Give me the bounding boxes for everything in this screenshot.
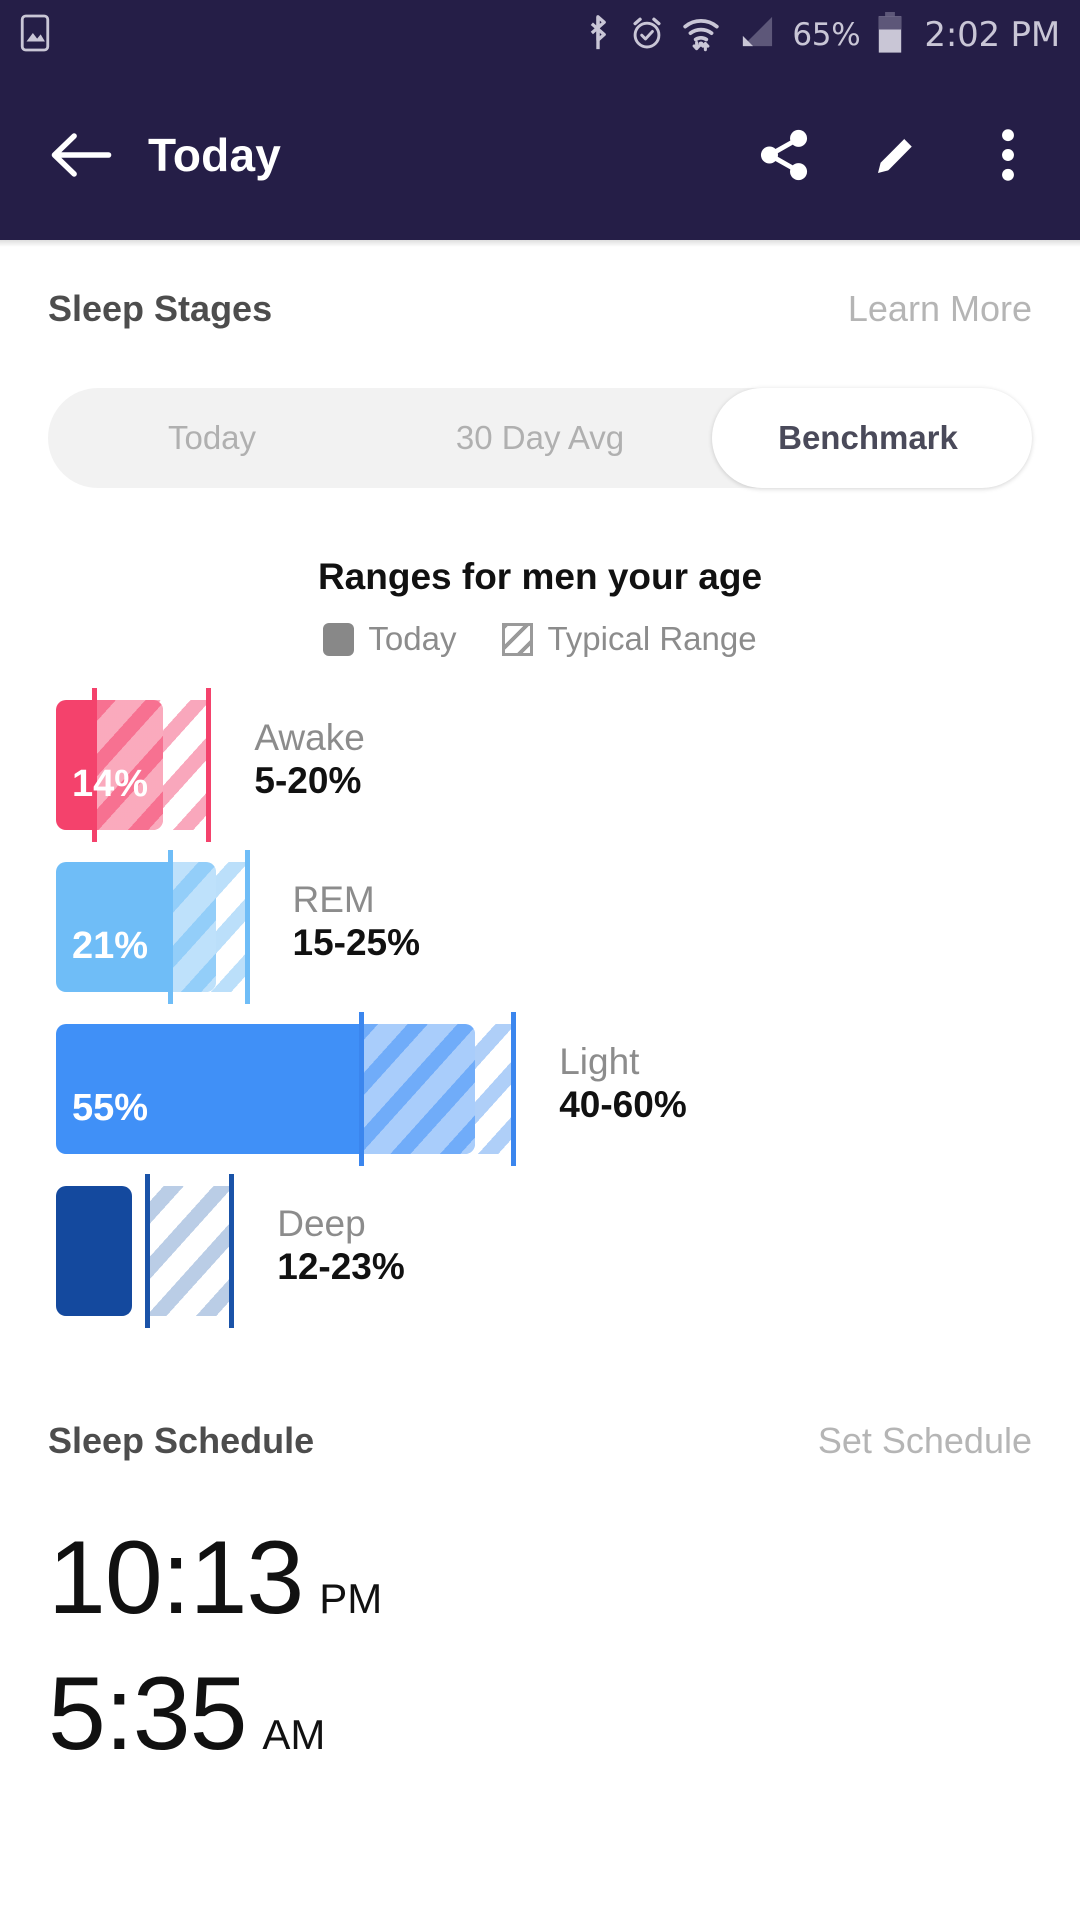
- legend-item-typical-range: Typical Range: [502, 620, 757, 658]
- bar-canvas-deep: [56, 1174, 241, 1328]
- status-bar-left: [18, 14, 52, 57]
- waketime-meridiem: AM: [262, 1711, 326, 1759]
- bedtime-row[interactable]: 10:13 PM: [48, 1520, 1032, 1636]
- range-high-line-deep: [229, 1174, 235, 1328]
- bar-range-label-light: 40-60%: [559, 1084, 687, 1126]
- battery-percent-label: 65%: [792, 17, 861, 53]
- bar-row-deep: Deep 12-23%: [0, 1174, 1080, 1328]
- sleep-stages-header: Sleep Stages Learn More: [0, 288, 1080, 330]
- range-high-line-light: [511, 1012, 517, 1166]
- page-title: Today: [148, 129, 282, 181]
- back-button[interactable]: [38, 130, 124, 180]
- bar-stage-name-light: Light: [559, 1041, 640, 1082]
- range-low-line-rem: [168, 850, 174, 1004]
- range-high-line-rem: [244, 850, 250, 1004]
- set-schedule-link[interactable]: Set Schedule: [818, 1420, 1032, 1462]
- tab-30-day-avg[interactable]: 30 Day Avg: [376, 388, 704, 488]
- chart-legend: Today Typical Range: [0, 620, 1080, 658]
- alarm-icon: [629, 14, 665, 57]
- overflow-menu-icon: [1002, 129, 1014, 181]
- tab-benchmark[interactable]: Benchmark: [704, 388, 1032, 488]
- bar-value-label-awake: 14%: [72, 763, 149, 805]
- bar-text-rem: REM 15-25%: [293, 878, 421, 966]
- back-arrow-icon: [51, 133, 112, 177]
- bar-stage-name-awake: Awake: [254, 717, 365, 758]
- legend-hatch-swatch-icon: [502, 622, 534, 656]
- sleep-schedule-header: Sleep Schedule Set Schedule: [0, 1420, 1080, 1462]
- tab-today[interactable]: Today: [48, 388, 376, 488]
- bedtime-value: 10:13: [48, 1520, 304, 1636]
- share-icon: [760, 129, 808, 181]
- segmented-control: Today 30 Day Avg Benchmark: [48, 388, 1032, 488]
- bar-range-label-awake: 5-20%: [254, 760, 362, 802]
- bar-text-awake: Awake 5-20%: [254, 716, 364, 804]
- overflow-menu-button[interactable]: [980, 127, 1036, 183]
- battery-icon: [877, 11, 903, 59]
- bar-canvas-awake: 14%: [56, 688, 218, 842]
- range-overlap-hatch-rem: [170, 862, 217, 992]
- range-high-line-awake: [206, 688, 212, 842]
- app-bar-actions: [756, 127, 1036, 183]
- bar-range-label-rem: 15-25%: [292, 922, 421, 964]
- bedtime-meridiem: PM: [319, 1575, 383, 1622]
- bar-text-deep: Deep 12-23%: [277, 1202, 405, 1290]
- today-bar-deep: [56, 1186, 133, 1316]
- bar-row-awake: 14% Awake 5-20%: [0, 688, 1080, 842]
- bar-value-label-rem: 21%: [72, 925, 149, 967]
- legend-typical-range-label: Typical Range: [547, 620, 757, 657]
- learn-more-link[interactable]: Learn More: [848, 288, 1032, 330]
- range-overlap-hatch-light: [360, 1024, 476, 1154]
- app-bar: Today: [0, 70, 1080, 240]
- status-bar-right: 65% 2:02 PM: [584, 11, 1060, 59]
- status-bar: 65% 2:02 PM: [0, 0, 1080, 70]
- legend-solid-swatch-icon: [323, 622, 355, 656]
- range-low-line-light: [358, 1012, 364, 1166]
- bar-text-light: Light 40-60%: [559, 1040, 687, 1128]
- cellular-signal-icon: [737, 14, 775, 57]
- edit-button[interactable]: [868, 127, 924, 183]
- chart-title: Ranges for men your age: [317, 556, 763, 597]
- clock-label: 2:02 PM: [924, 15, 1060, 55]
- bluetooth-icon: [584, 13, 612, 58]
- sleep-schedule-section: Sleep Schedule Set Schedule 10:13 PM 5:3…: [0, 1420, 1080, 1793]
- range-low-line-deep: [145, 1174, 151, 1328]
- screenshot-icon: [18, 14, 52, 57]
- sleep-schedule-title: Sleep Schedule: [48, 1420, 315, 1461]
- benchmark-bar-chart: 14% Awake 5-20% 21% REM 15-25% 55% Light 40-60% D…: [0, 688, 1080, 1328]
- legend-item-today: Today: [323, 620, 456, 658]
- wifi-icon: [682, 13, 720, 58]
- bar-value-label-light: 55%: [72, 1087, 149, 1129]
- edit-icon: [878, 137, 914, 173]
- waketime-value: 5:35: [48, 1656, 247, 1773]
- schedule-times: 10:13 PM 5:35 AM: [0, 1520, 1080, 1773]
- bar-row-rem: 21% REM 15-25%: [0, 850, 1080, 1004]
- sleep-stages-title: Sleep Stages: [48, 288, 273, 329]
- bar-range-label-deep: 12-23%: [277, 1246, 405, 1288]
- bar-stage-name-deep: Deep: [277, 1203, 366, 1244]
- main-content: Sleep Stages Learn More Today 30 Day Avg…: [0, 240, 1080, 1328]
- typical-range-hatch-deep: [147, 1186, 232, 1316]
- legend-today-label: Today: [368, 620, 457, 657]
- waketime-row[interactable]: 5:35 AM: [48, 1656, 1032, 1772]
- bar-row-light: 55% Light 40-60%: [0, 1012, 1080, 1166]
- share-button[interactable]: [756, 127, 812, 183]
- bar-canvas-rem: 21%: [56, 850, 257, 1004]
- bar-stage-name-rem: REM: [292, 879, 375, 920]
- bar-canvas-light: 55%: [56, 1012, 523, 1166]
